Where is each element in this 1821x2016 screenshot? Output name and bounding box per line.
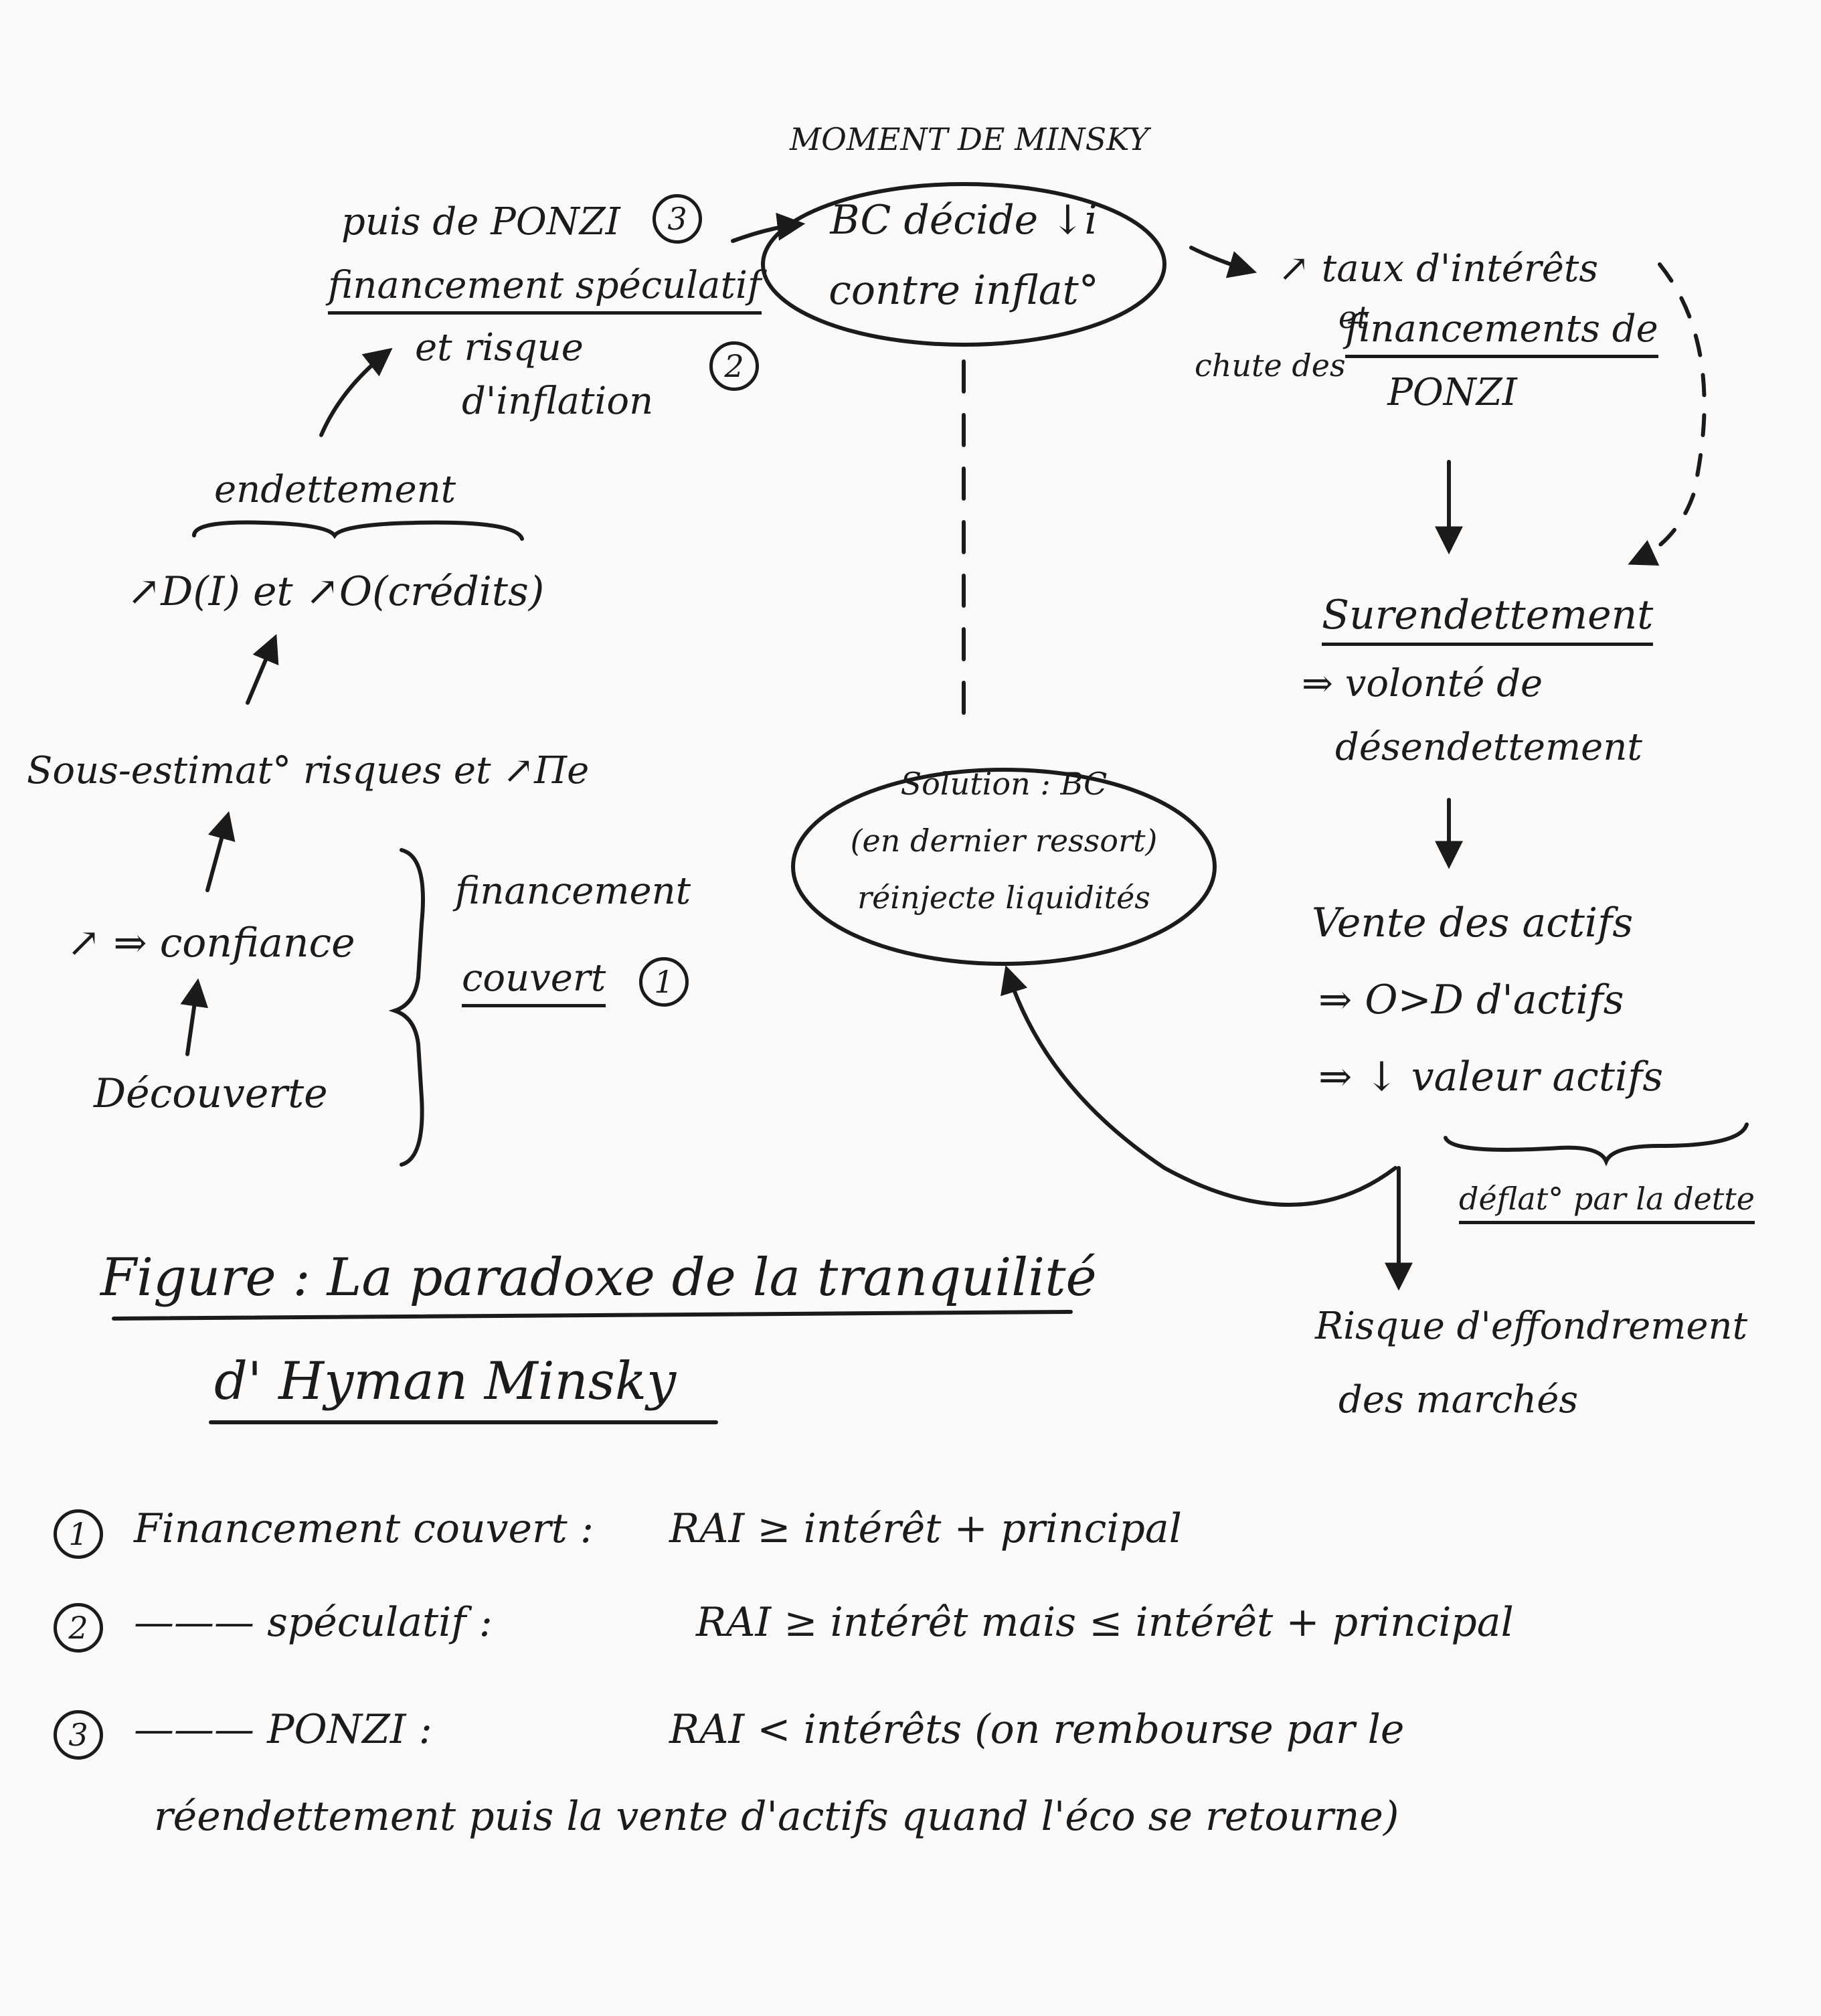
arrow-sousestim-demande [246, 634, 279, 705]
figure-title-line1: Figure : La paradoxe de la tranquilité [100, 1248, 1097, 1308]
figure-title-line2: d' Hyman Minsky [214, 1351, 677, 1412]
taux-label: ↗ taux d'intérêts [1278, 247, 1599, 290]
financements-ponzi-line2: PONZI [1387, 371, 1517, 414]
offre-label: ⇒ O>D d'actifs [1318, 977, 1624, 1023]
legend-badge-1: 1 [54, 1509, 103, 1559]
risque-inflation-line1: et risque [415, 326, 584, 369]
brace-couvert [388, 848, 425, 1167]
solution-line1: Solution : BC [900, 766, 1108, 802]
volonte-line1: ⇒ volonté de [1302, 662, 1543, 705]
arrow-decouverte-confiance [180, 978, 209, 1056]
title-underline-1 [112, 1310, 1073, 1321]
risque-effondrement-line2: des marchés [1338, 1378, 1579, 1422]
arrow-endettement-risque [319, 347, 393, 437]
minsky-diagram: MOMENT DE MINSKY BC décide ↓i contre inf… [0, 0, 1821, 2016]
bc-decision-line1: BC décide ↓i [830, 197, 1098, 244]
legend-label-1: Financement couvert : [134, 1505, 594, 1552]
arrow-bc-taux [1189, 246, 1258, 278]
valeur-label: ⇒ ↓ valeur actifs [1318, 1054, 1664, 1100]
demande-label: ↗D(I) et ↗O(crédits) [127, 568, 545, 615]
financements-ponzi-line1: financements de [1345, 307, 1658, 359]
legend-rule-2: RAI ≥ intérêt mais ≤ intérêt + principal [696, 1599, 1514, 1646]
solution-line2: (en dernier ressort) [850, 823, 1158, 859]
financement-couvert-line1: financement [455, 869, 691, 913]
badge-2: 2 [709, 341, 759, 391]
sous-estimation-label: Sous-estimat° risques et ↗Πe [27, 749, 590, 792]
chute-label: chute des [1195, 347, 1346, 384]
arrow-confiance-sousestim [205, 811, 236, 892]
ponzi-label: puis de PONZI [341, 200, 620, 244]
legend-rule-3: RAI < intérêts (on rembourse par le [669, 1706, 1405, 1753]
badge-1: 1 [639, 957, 689, 1007]
badge-3: 3 [653, 194, 702, 244]
confiance-label: ↗ ⇒ confiance [67, 920, 355, 967]
volonte-line2: désendettement [1335, 726, 1642, 769]
vente-label: Vente des actifs [1312, 900, 1634, 946]
bc-decision-line2: contre inflat° [829, 267, 1099, 314]
endettement-label: endettement [214, 468, 456, 511]
speculatif-label: financement spéculatif [328, 264, 762, 315]
financement-couvert-line2: couvert [462, 956, 606, 1008]
legend-continuation: réendettement puis la vente d'actifs qua… [154, 1793, 1399, 1840]
brace-endettement [192, 520, 524, 541]
legend-label-3: ——— PONZI : [134, 1706, 432, 1753]
surendettement-label: Surendettement [1322, 592, 1654, 646]
arrow-speculatif-bc [731, 212, 806, 243]
minsky-moment-label: MOMENT DE MINSKY [790, 121, 1149, 157]
legend-badge-3: 3 [54, 1710, 103, 1760]
risque-inflation-line2: d'inflation [462, 380, 654, 423]
decouverte-label: Découverte [94, 1070, 328, 1117]
brace-valeur [1444, 1122, 1749, 1167]
legend-badge-2: 2 [54, 1603, 103, 1653]
legend-label-2: ——— spéculatif : [134, 1599, 493, 1646]
risque-effondrement-line1: Risque d'effondrement [1315, 1305, 1748, 1348]
solution-line3: réinjecte liquidités [857, 879, 1150, 916]
legend-rule-1: RAI ≥ intérêt + principal [669, 1505, 1182, 1552]
deflation-label: déflat° par la dette [1459, 1181, 1755, 1224]
